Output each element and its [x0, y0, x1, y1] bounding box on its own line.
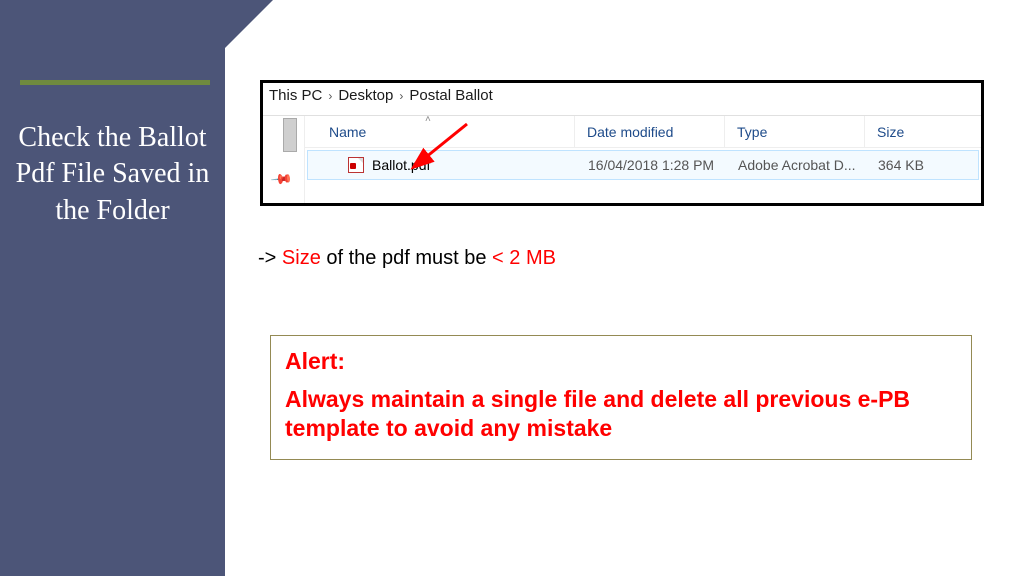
- column-size[interactable]: Size: [865, 116, 981, 147]
- chevron-right-icon: ›: [328, 89, 332, 103]
- column-name-label: Name: [329, 124, 366, 140]
- sort-ascending-icon: ˄: [425, 114, 431, 125]
- alert-text: Always maintain a single file and delete…: [285, 385, 957, 443]
- quick-access-pane: 📌: [263, 116, 305, 203]
- column-headers: Name ˄ Date modified Type Size: [305, 116, 981, 148]
- column-type[interactable]: Type: [725, 116, 865, 147]
- scrollbar-thumb[interactable]: [283, 118, 297, 152]
- sidebar-title: Check the Ballot Pdf File Saved in the F…: [0, 120, 225, 229]
- file-type: Adobe Acrobat D...: [726, 157, 866, 173]
- file-date: 16/04/2018 1:28 PM: [576, 157, 726, 173]
- alert-title: Alert:: [285, 348, 957, 375]
- file-size: 364 KB: [866, 157, 978, 173]
- breadcrumb[interactable]: This PC › Desktop › Postal Ballot: [269, 87, 493, 104]
- sidebar-panel: Check the Ballot Pdf File Saved in the F…: [0, 0, 225, 576]
- explorer-body: 📌 Name ˄ Date modified Type Size Ballot.…: [263, 115, 981, 203]
- sidebar-corner-tab: [180, 0, 225, 48]
- breadcrumb-item[interactable]: Desktop: [338, 87, 393, 104]
- column-name[interactable]: Name ˄: [305, 116, 575, 147]
- file-explorer-window: This PC › Desktop › Postal Ballot 📌 Name…: [260, 80, 984, 206]
- file-row[interactable]: Ballot.pdf 16/04/2018 1:28 PM Adobe Acro…: [307, 150, 979, 180]
- note-size-word: Size: [282, 247, 321, 269]
- breadcrumb-item[interactable]: Postal Ballot: [409, 87, 492, 104]
- sidebar-accent-line: [20, 80, 210, 85]
- chevron-right-icon: ›: [399, 89, 403, 103]
- size-note: -> Size of the pdf must be < 2 MB: [258, 247, 556, 270]
- note-prefix: ->: [258, 247, 282, 269]
- breadcrumb-item[interactable]: This PC: [269, 87, 322, 104]
- pin-icon[interactable]: 📌: [270, 167, 294, 191]
- pdf-file-icon: [348, 157, 364, 173]
- note-limit: < 2 MB: [492, 247, 556, 269]
- file-list-area: Name ˄ Date modified Type Size Ballot.pd…: [305, 116, 981, 203]
- column-date[interactable]: Date modified: [575, 116, 725, 147]
- file-name: Ballot.pdf: [372, 157, 430, 173]
- alert-box: Alert: Always maintain a single file and…: [270, 335, 972, 460]
- note-mid: of the pdf must be: [321, 247, 492, 269]
